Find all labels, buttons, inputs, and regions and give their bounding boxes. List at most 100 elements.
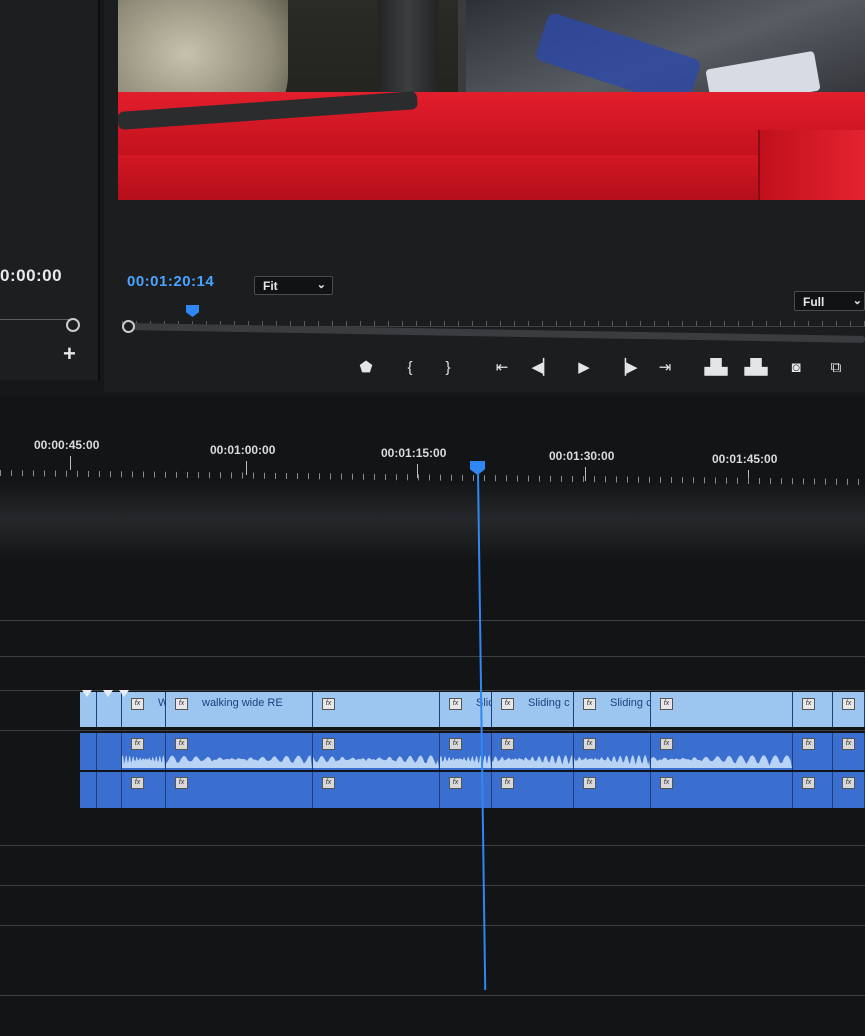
step-forward-button[interactable]: ▕▶: [614, 356, 638, 380]
zoom-level-value: Fit: [263, 279, 278, 293]
fx-badge-icon[interactable]: fx: [660, 777, 673, 789]
video-clip[interactable]: fx: [833, 692, 865, 727]
fx-badge-icon[interactable]: fx: [131, 738, 144, 750]
audio-waveform: [440, 755, 491, 768]
clip-marker-icon[interactable]: [82, 690, 92, 697]
compare-view-button[interactable]: ⧉: [824, 356, 848, 380]
audio-clip[interactable]: fx: [313, 772, 440, 808]
go-to-out-button[interactable]: ⇥: [653, 356, 677, 380]
fx-badge-icon[interactable]: fx: [802, 777, 815, 789]
fx-badge-icon[interactable]: fx: [583, 777, 596, 789]
fx-badge-icon[interactable]: fx: [501, 698, 514, 710]
chevron-down-icon: ⌄: [316, 279, 326, 291]
play-button[interactable]: ▶: [572, 356, 596, 380]
audio-clip[interactable]: fx: [440, 772, 492, 808]
audio-clip[interactable]: fx: [166, 733, 313, 770]
fx-badge-icon[interactable]: fx: [501, 777, 514, 789]
video-clip-label: Walking mid RED CA: [158, 697, 165, 709]
audio-clip[interactable]: fx: [651, 772, 793, 808]
track-divider: [0, 620, 865, 621]
fx-badge-icon[interactable]: fx: [449, 738, 462, 750]
source-out-point-handle[interactable]: [66, 318, 80, 332]
video-clip-label: walking wide RE: [202, 697, 283, 709]
mark-out-button[interactable]: }: [436, 356, 460, 380]
audio-clip[interactable]: fx: [122, 733, 166, 770]
zoom-level-select[interactable]: Fit ⌄: [254, 276, 333, 295]
red-car-lower-image: [118, 155, 865, 200]
add-marker-button[interactable]: ⬟: [354, 356, 378, 380]
extract-button[interactable]: ▟▙: [744, 356, 768, 380]
audio-clip[interactable]: fx: [833, 733, 865, 770]
audio-clip[interactable]: fx: [793, 772, 833, 808]
fx-badge-icon[interactable]: fx: [842, 698, 855, 710]
zoom-scrollbar-handle[interactable]: [122, 320, 135, 333]
clip-marker-icon[interactable]: [119, 690, 129, 697]
track-divider: [0, 995, 865, 996]
mark-in-button[interactable]: {: [398, 356, 422, 380]
fx-badge-icon[interactable]: fx: [842, 738, 855, 750]
ruler-timecode-label: 00:00:45:00: [34, 438, 100, 452]
audio-clip[interactable]: fx: [651, 733, 793, 770]
audio-clip[interactable]: [80, 772, 97, 808]
audio-clip[interactable]: fx: [833, 772, 865, 808]
program-timecode[interactable]: 00:01:20:14: [127, 273, 214, 290]
video-clip[interactable]: fx Sliding car CU [V]: [574, 692, 651, 727]
audio-clip[interactable]: fx: [793, 733, 833, 770]
fx-badge-icon[interactable]: fx: [449, 777, 462, 789]
video-clip[interactable]: fx Walking mid RED CA: [122, 692, 166, 727]
fx-badge-icon[interactable]: fx: [322, 777, 335, 789]
fx-badge-icon[interactable]: fx: [322, 698, 335, 710]
fx-badge-icon[interactable]: fx: [842, 777, 855, 789]
lift-button[interactable]: ▟▙: [704, 356, 728, 380]
audio-clip[interactable]: fx: [440, 733, 492, 770]
video-clip[interactable]: fx walking wide RE: [166, 692, 313, 727]
fx-badge-icon[interactable]: fx: [175, 738, 188, 750]
video-clip[interactable]: fx Sliding c: [492, 692, 574, 727]
fx-badge-icon[interactable]: fx: [449, 698, 462, 710]
audio-waveform: [166, 755, 312, 768]
ruler-timecode-label: 00:01:30:00: [549, 449, 615, 463]
playback-resolution-select[interactable]: Full ⌄: [794, 291, 865, 311]
fx-badge-icon[interactable]: fx: [802, 698, 815, 710]
audio-clip[interactable]: fx: [574, 733, 651, 770]
fx-badge-icon[interactable]: fx: [583, 738, 596, 750]
video-clip[interactable]: fx: [793, 692, 833, 727]
fx-badge-icon[interactable]: fx: [660, 738, 673, 750]
fx-badge-icon[interactable]: fx: [131, 698, 144, 710]
fx-badge-icon[interactable]: fx: [322, 738, 335, 750]
fx-badge-icon[interactable]: fx: [660, 698, 673, 710]
track-divider: [0, 656, 865, 657]
source-timecode[interactable]: 0:00:00: [0, 266, 62, 286]
video-clip[interactable]: fx: [651, 692, 793, 727]
export-frame-button[interactable]: ◙: [784, 356, 808, 380]
fx-badge-icon[interactable]: fx: [175, 698, 188, 710]
video-clip-label: Sliding c: [528, 697, 570, 709]
fx-badge-icon[interactable]: fx: [802, 738, 815, 750]
audio-clip[interactable]: [97, 733, 122, 770]
fx-badge-icon[interactable]: fx: [501, 738, 514, 750]
fx-badge-icon[interactable]: fx: [131, 777, 144, 789]
fx-badge-icon[interactable]: fx: [175, 777, 188, 789]
track-divider: [0, 845, 865, 846]
audio-clip[interactable]: fx: [313, 733, 440, 770]
clip-marker-icon[interactable]: [103, 690, 113, 697]
audio-clip[interactable]: fx: [166, 772, 313, 808]
track-divider: [0, 690, 865, 691]
video-clip[interactable]: [97, 692, 122, 727]
fx-badge-icon[interactable]: fx: [583, 698, 596, 710]
add-button[interactable]: +: [63, 343, 76, 365]
video-clip[interactable]: fx: [313, 692, 440, 727]
audio-clip[interactable]: [97, 772, 122, 808]
video-clip[interactable]: [80, 692, 97, 727]
program-video-frame: [118, 0, 865, 200]
audio-clip[interactable]: fx: [122, 772, 166, 808]
go-to-in-button[interactable]: ⇤: [490, 356, 514, 380]
source-time-ruler[interactable]: [0, 319, 72, 326]
audio-clip[interactable]: fx: [574, 772, 651, 808]
audio-clip[interactable]: [80, 733, 97, 770]
audio-clip[interactable]: fx: [492, 733, 574, 770]
video-clip[interactable]: fx Sliding c: [440, 692, 492, 727]
step-back-button[interactable]: ◀▏: [531, 356, 555, 380]
audio-clip[interactable]: fx: [492, 772, 574, 808]
door-edge-image: [758, 130, 865, 200]
